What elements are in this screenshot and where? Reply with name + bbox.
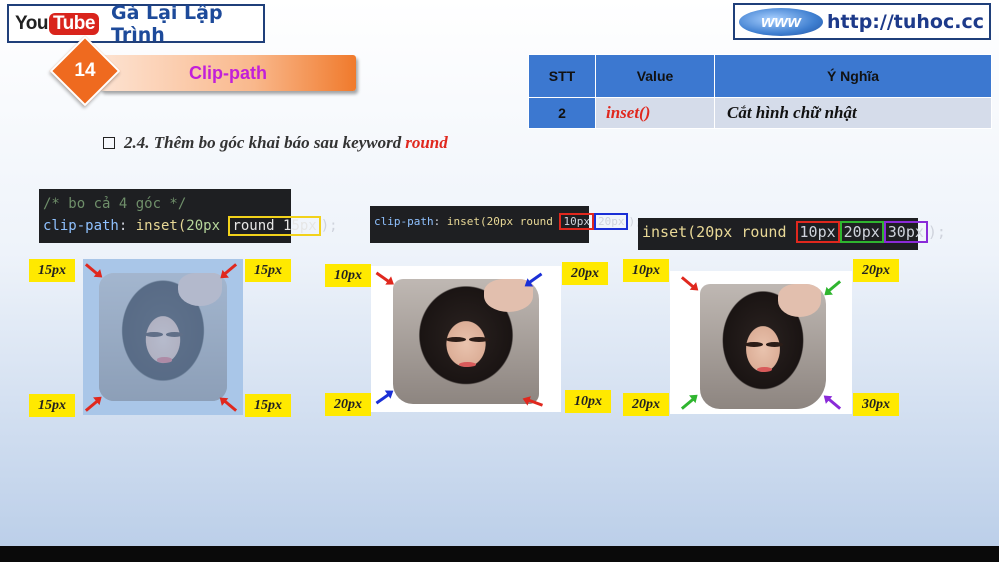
table-row: 2 inset() Cắt hình chữ nhật xyxy=(528,97,992,129)
corner-label: 10px xyxy=(565,390,611,413)
channel-name: Gà Lại Lập Trình xyxy=(110,1,223,46)
code-snippet-2: clip-path: inset(20px round 10px 20px); xyxy=(370,206,642,243)
bottom-bar xyxy=(0,546,999,562)
code-snippet-3: inset(20px round 10px 20px 30px); xyxy=(638,218,946,250)
code-end: ); xyxy=(927,223,946,241)
corner-label: 10px xyxy=(623,259,669,282)
col-header-stt: STT xyxy=(528,54,596,98)
corner-label: 15px xyxy=(245,394,291,417)
section-title-bar: Clip-path xyxy=(100,55,356,91)
corner-label: 10px xyxy=(325,264,371,287)
youtube-logo-tube: Tube xyxy=(48,12,99,35)
section-number: 14 xyxy=(74,60,96,81)
checkbox-bullet-icon xyxy=(103,137,115,149)
corner-label: 30px xyxy=(853,393,899,416)
code-prop: clip-path xyxy=(374,215,434,228)
section-heading: 2.4. Thêm bo góc khai báo sau keyword ro… xyxy=(103,133,448,153)
corner-label: 15px xyxy=(29,394,75,417)
code-snippet-1: /* bo cả 4 góc */ clip-path: inset(20px … xyxy=(39,189,338,243)
corner-label: 20px xyxy=(623,393,669,416)
code-comment: /* bo cả 4 góc */ xyxy=(43,196,187,212)
code-value-red: 10px xyxy=(795,221,840,243)
cell-value: inset() xyxy=(595,97,715,129)
example-1-frame xyxy=(83,259,243,415)
code-end: ); xyxy=(320,218,338,234)
corner-label: 20px xyxy=(325,393,371,416)
channel-brand: You Tube Gà Lại Lập Trình xyxy=(7,1,265,46)
site-link[interactable]: www http://tuhoc.cc xyxy=(733,3,991,40)
youtube-logo-you: You xyxy=(15,12,48,34)
table-header-row: STT Value Ý Nghĩa xyxy=(528,54,992,98)
example-1-photo xyxy=(99,273,227,401)
cell-meaning: Cắt hình chữ nhật xyxy=(714,97,992,129)
code-value-purple: 30px xyxy=(883,221,928,243)
example-2-frame xyxy=(371,266,561,412)
code-value-red: 10px xyxy=(559,213,594,230)
code-fn: inset(20px round xyxy=(642,223,787,241)
col-header-value: Value xyxy=(595,54,715,98)
section-title: Clip-path xyxy=(189,62,267,83)
code-fn: inset(20px round xyxy=(446,215,553,228)
corner-label: 15px xyxy=(29,259,75,282)
example-3-photo xyxy=(700,284,826,409)
code-round-highlight: round 15px xyxy=(228,216,321,236)
code-value-blue: 20px xyxy=(593,213,629,230)
heading-text: 2.4. Thêm bo góc khai báo sau keyword xyxy=(124,133,402,152)
site-url: http://tuhoc.cc xyxy=(827,10,984,33)
corner-label: 20px xyxy=(562,262,608,285)
col-header-meaning: Ý Nghĩa xyxy=(714,54,992,98)
cell-stt: 2 xyxy=(528,97,596,129)
example-2-photo xyxy=(393,279,539,404)
code-prop: clip-path xyxy=(43,218,119,234)
corner-label: 15px xyxy=(245,259,291,282)
code-value-green: 20px xyxy=(839,221,884,243)
corner-label: 20px xyxy=(853,259,899,282)
code-arg: 20px xyxy=(186,218,221,234)
code-fn: inset( xyxy=(135,218,187,234)
heading-keyword: round xyxy=(405,133,448,152)
value-table: STT Value Ý Nghĩa 2 inset() Cắt hình chữ… xyxy=(528,54,992,129)
globe-icon: www xyxy=(739,7,823,36)
